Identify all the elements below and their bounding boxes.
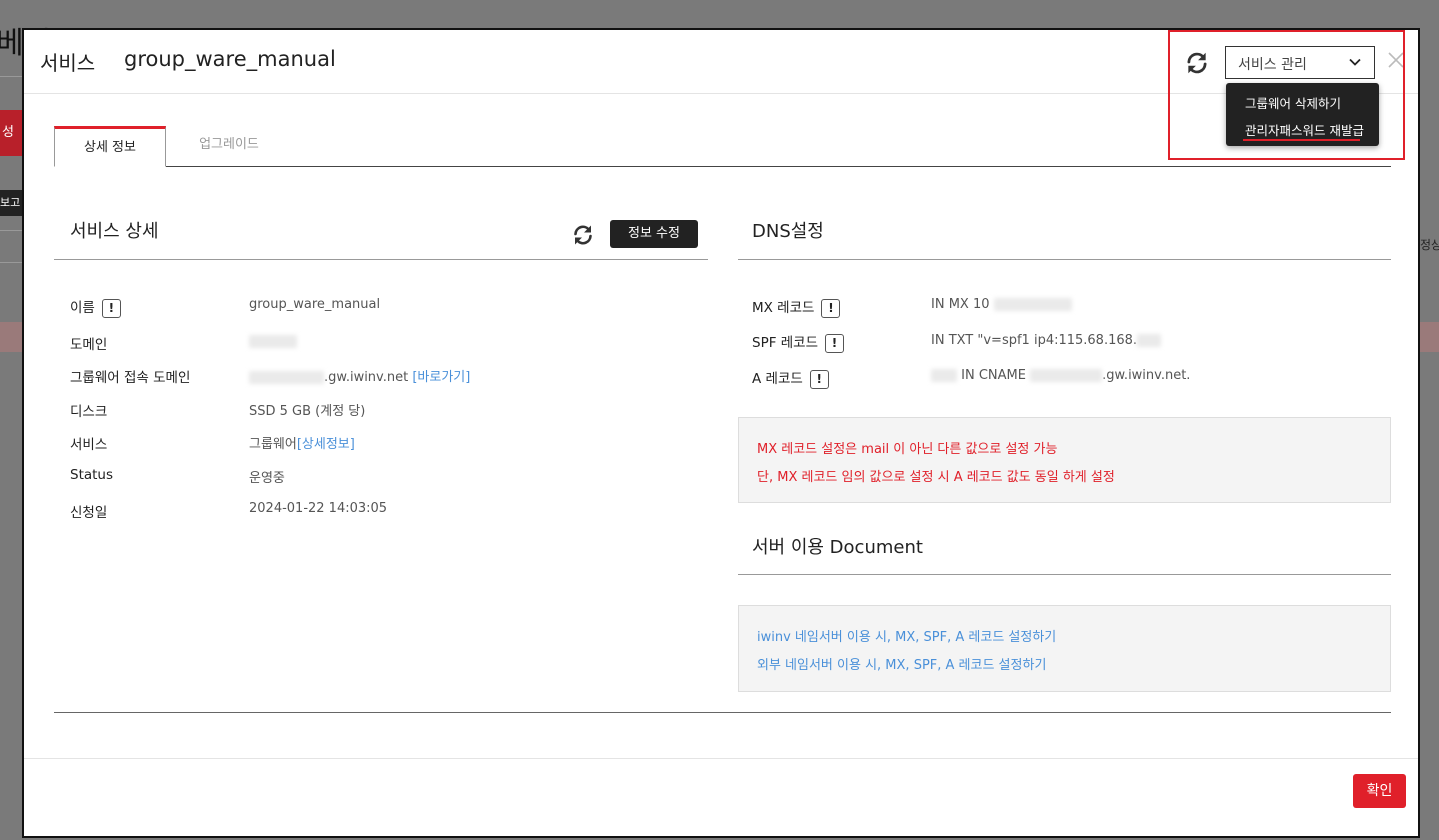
redacted-value [1137, 334, 1162, 347]
content-bottom-divider [54, 712, 1391, 713]
value-a-record: IN CNAME .gw.iwinv.net. [931, 368, 1190, 383]
refresh-icon[interactable] [571, 223, 595, 247]
label-domain: 도메인 [70, 337, 108, 353]
section-divider [738, 574, 1391, 575]
document-links-box: iwinv 네임서버 이용 시, MX, SPF, A 레코드 설정하기 외부 … [738, 605, 1391, 692]
backdrop-divider [0, 76, 22, 77]
footer-divider [24, 758, 1418, 759]
label-groupware-domain: 그룹웨어 접속 도메인 [70, 370, 191, 386]
value-groupware-domain: .gw.iwinv.net [바로가기] [249, 366, 470, 385]
label-service: 서비스 [70, 437, 108, 453]
value-mx-record: IN MX 10 [931, 297, 1072, 312]
info-icon[interactable]: ! [821, 298, 841, 318]
label-spf-record: SPF 레코드! [752, 331, 845, 353]
backdrop-row [1420, 322, 1439, 352]
notice-line: 단, MX 레코드 임의 값으로 설정 시 A 레코드 값도 동일 하게 설정 [757, 470, 1115, 485]
page-title: group_ware_manual [124, 47, 336, 71]
redacted-value [1030, 369, 1103, 382]
backdrop-column-header: 정상 [1420, 238, 1439, 252]
label-mx-record: MX 레코드! [752, 296, 841, 318]
value-disk: SSD 5 GB (계정 당) [249, 404, 366, 419]
modal-label: 서비스 [40, 51, 96, 75]
external-nameserver-guide-link[interactable]: 외부 네임서버 이용 시, MX, SPF, A 레코드 설정하기 [757, 654, 1046, 673]
label-a-record: A 레코드! [752, 367, 829, 389]
server-document-title: 서버 이용 Document [752, 537, 923, 558]
service-modal: 서비스 group_ware_manual 서비스 관리 그룹웨어 삭제하기 관… [22, 28, 1420, 838]
backdrop-row [0, 322, 22, 352]
label-disk: 디스크 [70, 404, 108, 420]
value-apply-date: 2024-01-22 14:03:05 [249, 501, 388, 516]
section-divider [54, 259, 708, 260]
info-icon[interactable]: ! [825, 333, 845, 353]
redacted-value [249, 335, 297, 348]
backdrop-button: 성하 [0, 110, 22, 156]
redacted-value [993, 298, 1072, 311]
detail-info-link[interactable]: [상세정보] [297, 437, 355, 452]
mx-notice-box: MX 레코드 설정은 mail 이 아닌 다른 값으로 설정 가능 단, MX … [738, 417, 1391, 503]
backdrop-divider [0, 230, 22, 231]
info-icon[interactable]: ! [101, 298, 121, 318]
tab-upgrade[interactable]: 업그레이드 [166, 126, 292, 167]
value-domain [249, 334, 297, 349]
label-status: Status [70, 467, 114, 483]
edit-info-button[interactable]: 정보 수정 [610, 220, 698, 248]
value-name: group_ware_manual [249, 297, 381, 312]
highlight-box [1168, 30, 1405, 160]
redacted-value [931, 369, 957, 382]
backdrop-divider [0, 262, 22, 263]
value-spf-record: IN TXT "v=spf1 ip4:115.68.168. [931, 333, 1162, 348]
label-name: 이름! [70, 296, 121, 318]
redacted-value [249, 371, 324, 384]
tab-detail-info[interactable]: 상세 정보 [54, 126, 166, 167]
value-service: 그룹웨어[상세정보] [249, 437, 355, 452]
confirm-button[interactable]: 확인 [1353, 774, 1406, 808]
dns-settings-title: DNS설정 [752, 221, 824, 242]
value-status: 운영중 [249, 471, 285, 486]
section-divider [738, 259, 1391, 260]
notice-line: MX 레코드 설정은 mail 이 아닌 다른 값으로 설정 가능 [757, 442, 1058, 457]
label-apply-date: 신청일 [70, 505, 108, 521]
backdrop-label: 보고 [0, 190, 22, 216]
iwinv-nameserver-guide-link[interactable]: iwinv 네임서버 이용 시, MX, SPF, A 레코드 설정하기 [757, 626, 1056, 645]
info-icon[interactable]: ! [809, 369, 829, 389]
goto-link[interactable]: [바로가기] [412, 370, 470, 385]
service-detail-title: 서비스 상세 [70, 221, 159, 242]
